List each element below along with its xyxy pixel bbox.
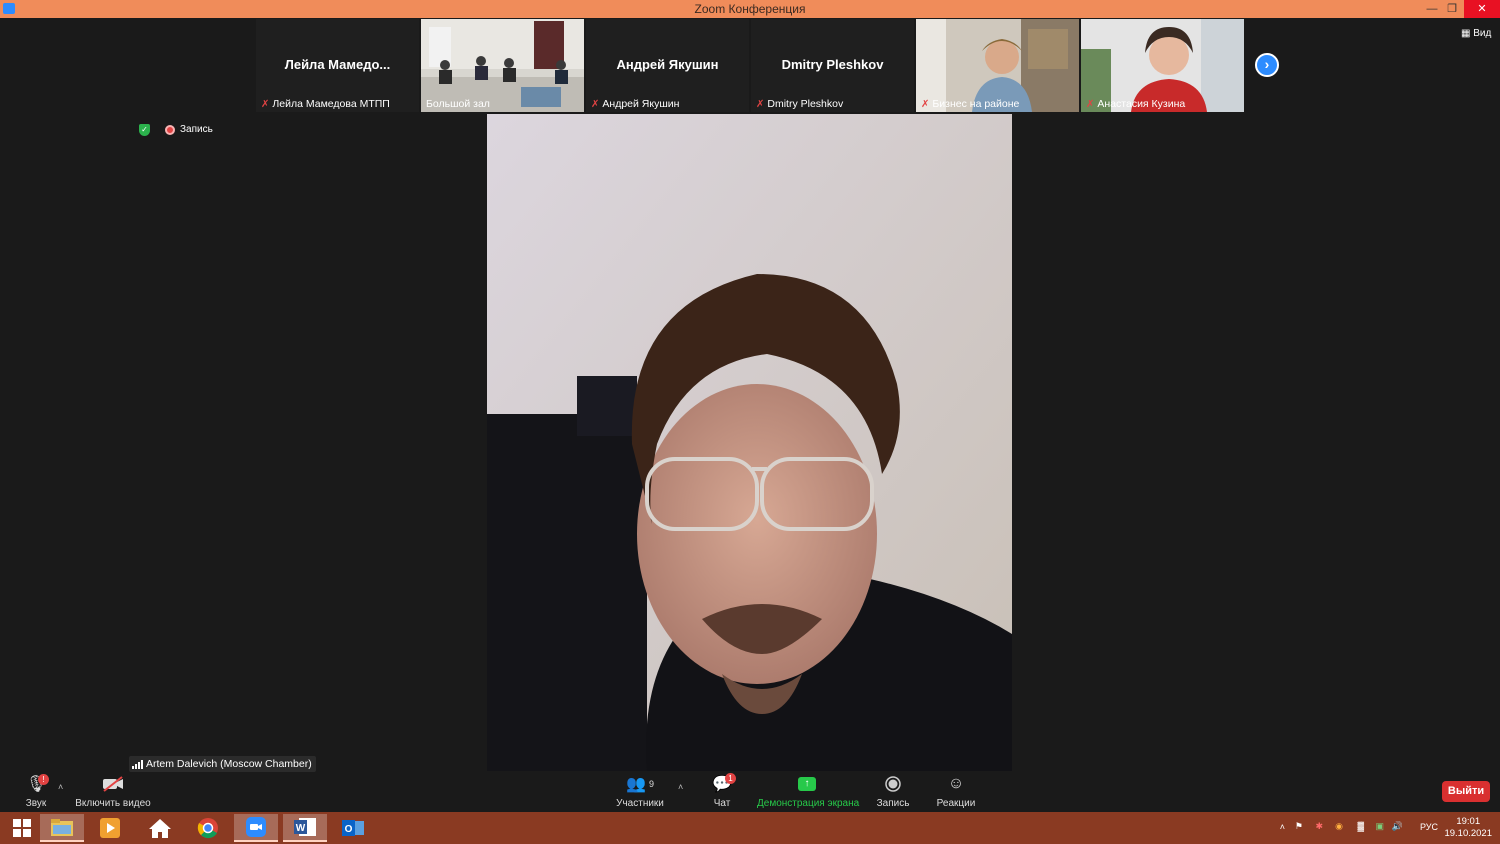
mic-muted-icon: ✗ xyxy=(921,99,930,110)
chat-unread-badge: 1 xyxy=(725,773,736,784)
view-label: Вид xyxy=(1473,28,1492,39)
participants-options-caret[interactable]: ˄ xyxy=(678,782,683,792)
participants-icon: 👥 9 xyxy=(626,776,654,793)
antivirus-icon[interactable]: ✱ xyxy=(1315,821,1323,832)
participants-label: Участники xyxy=(616,798,664,809)
chat-button[interactable]: 💬 1 Чат xyxy=(704,772,740,809)
word-icon[interactable]: W xyxy=(283,814,327,842)
video-off-icon xyxy=(72,772,154,796)
participant-caption-text: Бизнес на районе xyxy=(932,98,1020,110)
window-title: Zoom Конференция xyxy=(694,2,806,16)
share-screen-icon: ↑ xyxy=(798,777,816,791)
participant-caption: ✗ Dmitry Pleshkov xyxy=(753,97,846,111)
audio-label: Звук xyxy=(25,798,47,809)
grid-view-icon: ▦ xyxy=(1461,28,1471,39)
zoom-icon[interactable] xyxy=(234,814,278,842)
outlook-icon[interactable]: O xyxy=(331,814,375,842)
window-titlebar: Zoom Конференция — ❐ ✕ xyxy=(0,0,1500,18)
participants-count: 9 xyxy=(648,779,654,789)
participant-tile[interactable]: Большой зал xyxy=(421,19,584,112)
taskbar-clock[interactable]: 19:01 19.10.2021 xyxy=(1444,816,1492,840)
video-label: Включить видео xyxy=(75,798,151,809)
participant-name: Лейла Мамедо... xyxy=(284,57,391,72)
mic-muted-icon: ✗ xyxy=(756,99,765,110)
leave-meeting-button[interactable]: Выйти xyxy=(1442,781,1490,802)
view-button[interactable]: ▦ Вид xyxy=(1461,28,1491,39)
participant-caption: ✗ Анастасия Кузина xyxy=(1083,97,1188,111)
share-screen-icon-wrap: ↑ xyxy=(757,772,857,796)
participant-tile[interactable]: Лейла Мамедо... ✗ Лейла Мамедова МТПП xyxy=(256,19,419,112)
windows-start-icon[interactable] xyxy=(0,814,44,842)
meeting-toolbar: 🎙! Звук ˄ Включить видео 👥 9 Участники ˄ … xyxy=(0,772,1500,812)
participants-button[interactable]: 👥 9 Участники xyxy=(613,772,667,809)
active-speaker-label: Artem Dalevich (Moscow Chamber) xyxy=(129,756,316,772)
chrome-icon[interactable] xyxy=(186,814,230,842)
recording-indicator-icon xyxy=(165,125,175,135)
chat-icon: 💬 1 xyxy=(704,772,740,796)
participant-caption-text: Большой зал xyxy=(426,98,490,110)
svg-text:O: O xyxy=(345,824,353,835)
participant-tile[interactable]: Андрей Якушин ✗ Андрей Якушин xyxy=(586,19,749,112)
participant-caption-text: Dmitry Pleshkov xyxy=(767,98,844,110)
participant-caption: ✗ Лейла Мамедова МТПП xyxy=(258,97,393,111)
participant-tile[interactable]: ✗ Анастасия Кузина xyxy=(1081,19,1244,112)
svg-text:W: W xyxy=(296,823,306,834)
media-player-icon[interactable] xyxy=(88,814,132,842)
audio-options-caret[interactable]: ˄ xyxy=(58,782,63,792)
signal-strength-icon xyxy=(132,760,143,769)
home-icon[interactable] xyxy=(138,814,182,842)
participant-caption-text: Анастасия Кузина xyxy=(1097,98,1186,110)
participant-name: Dmitry Pleshkov xyxy=(781,57,884,72)
reactions-icon: ☺ xyxy=(947,775,965,792)
share-screen-button[interactable]: ↑ Демонстрация экрана xyxy=(757,772,860,809)
share-screen-label: Демонстрация экрана xyxy=(757,798,860,809)
participant-tile[interactable]: Dmitry Pleshkov ✗ Dmitry Pleshkov xyxy=(751,19,914,112)
participant-caption: ✗ Андрей Якушин xyxy=(588,97,682,111)
reactions-button[interactable]: ☺ Реакции xyxy=(933,772,979,809)
participant-tile[interactable]: ✗ Бизнес на районе xyxy=(916,19,1079,112)
audio-warning-badge: ! xyxy=(38,774,49,785)
participant-caption-text: Лейла Мамедова МТПП xyxy=(272,98,390,110)
encryption-shield-icon[interactable]: ✓ xyxy=(139,124,150,136)
close-button[interactable]: ✕ xyxy=(1464,0,1500,18)
record-button[interactable]: Запись xyxy=(874,772,912,809)
participant-name: Андрей Якушин xyxy=(616,57,719,72)
restore-button[interactable]: ❐ xyxy=(1441,0,1463,18)
volume-icon[interactable]: 🔊 xyxy=(1392,821,1403,832)
file-explorer-icon[interactable] xyxy=(40,814,84,842)
participant-caption: ✗ Бизнес на районе xyxy=(918,97,1022,111)
network-icon[interactable]: ▣ xyxy=(1375,821,1384,832)
recording-label: Запись xyxy=(180,124,213,135)
mic-muted-icon: ✗ xyxy=(261,99,270,110)
active-speaker-video xyxy=(487,114,1012,771)
signal-icon[interactable]: ▓ xyxy=(1357,821,1364,831)
input-language[interactable]: РУС xyxy=(1420,822,1438,832)
chevron-right-icon: › xyxy=(1264,56,1270,72)
start-video-button[interactable]: Включить видео xyxy=(72,772,154,809)
audio-button[interactable]: 🎙! Звук xyxy=(18,772,54,809)
windows-taskbar: W O ˄ ⚑ ✱ ◉ ▓ ▣ 🔊 РУС 19:01 19.10.2021 xyxy=(0,812,1500,844)
next-page-button[interactable]: › xyxy=(1255,53,1279,77)
record-icon xyxy=(874,772,912,796)
microphone-icon: 🎙! xyxy=(18,772,54,796)
reactions-label: Реакции xyxy=(936,798,976,809)
participant-caption-text: Андрей Якушин xyxy=(602,98,680,110)
active-speaker-name: Artem Dalevich (Moscow Chamber) xyxy=(146,758,312,770)
record-label: Запись xyxy=(876,798,910,809)
clock-time: 19:01 xyxy=(1456,816,1481,827)
chat-label: Чат xyxy=(713,798,731,809)
minimize-button[interactable]: — xyxy=(1421,0,1443,18)
show-hidden-icons-icon[interactable]: ˄ xyxy=(1280,822,1285,832)
mic-muted-icon: ✗ xyxy=(1086,99,1095,110)
rss-icon[interactable]: ◉ xyxy=(1335,821,1343,832)
flag-icon[interactable]: ⚑ xyxy=(1295,821,1303,832)
clock-date: 19.10.2021 xyxy=(1444,828,1492,839)
mic-muted-icon: ✗ xyxy=(591,99,600,110)
participant-caption: Большой зал xyxy=(423,97,493,111)
